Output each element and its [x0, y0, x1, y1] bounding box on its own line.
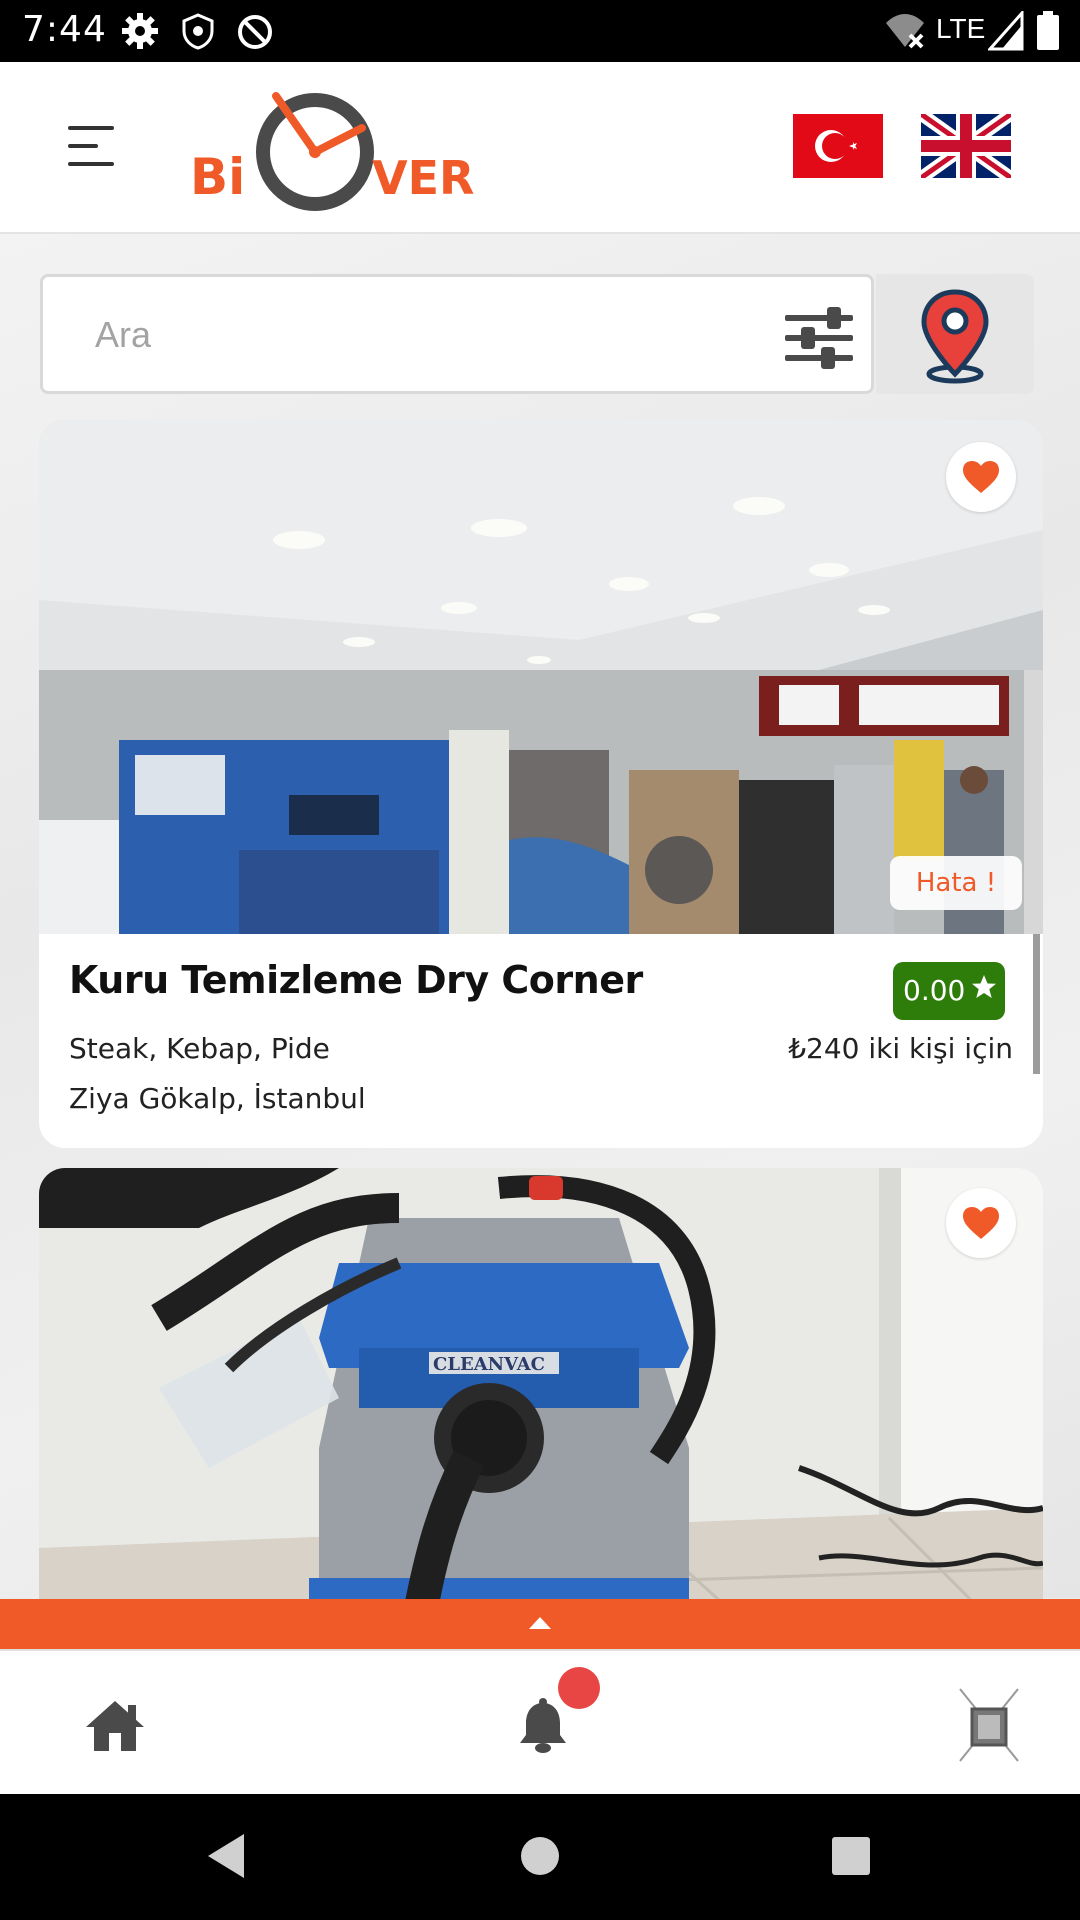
status-time: 7:44 [22, 9, 107, 50]
scrollbar[interactable] [1033, 934, 1040, 1074]
logo-text-left: Bi [190, 148, 245, 206]
vpn-shield-icon [182, 13, 214, 50]
menu-icon-line [68, 144, 98, 148]
favorite-button[interactable] [946, 1188, 1016, 1258]
listing-image: CLEANVAC [39, 1168, 1043, 1618]
listing-cuisine: Steak, Kebap, Pide [69, 1032, 330, 1065]
listing-location: Ziya Gökalp, İstanbul [69, 1082, 366, 1115]
rating-value: 0.00 [903, 974, 966, 1007]
error-badge: Hata ! [890, 856, 1022, 910]
home-icon[interactable] [84, 1697, 146, 1753]
app-logo: Bi VER [190, 92, 474, 211]
listing-card[interactable]: CLEANVAC [39, 1168, 1043, 1618]
menu-icon [68, 126, 114, 130]
collapse-bar[interactable] [0, 1599, 1080, 1649]
search-input[interactable] [93, 301, 737, 369]
turkey-flag-icon[interactable] [793, 114, 883, 178]
favorite-button[interactable] [946, 442, 1016, 512]
back-icon[interactable] [206, 1832, 246, 1880]
search-box [40, 274, 874, 394]
app-header: Bi VER [0, 62, 1080, 234]
home-circle-icon[interactable] [520, 1836, 560, 1876]
battery-icon [1037, 11, 1059, 50]
chevron-up-icon [529, 1617, 551, 1629]
network-type: LTE [936, 13, 986, 44]
map-pin-icon [921, 289, 989, 384]
listing-card[interactable]: Hata ! Kuru Temizleme Dry Corner 0.00 St… [39, 420, 1043, 1148]
status-bar: 7:44 LTE [0, 0, 1080, 62]
location-button[interactable] [876, 274, 1034, 394]
listing-title: Kuru Temizleme Dry Corner [69, 958, 643, 1002]
star-icon [972, 975, 996, 998]
rating-badge: 0.00 [893, 962, 1005, 1020]
listing-image [39, 420, 1043, 934]
wifi-off-icon [886, 14, 924, 49]
reservation-icon[interactable] [958, 1687, 1020, 1763]
bottom-nav [0, 1649, 1080, 1796]
heart-icon [963, 461, 999, 493]
notification-dot [558, 1667, 600, 1709]
bell-icon[interactable] [516, 1697, 570, 1755]
menu-icon-line [68, 162, 114, 166]
filter-sliders-icon[interactable] [777, 297, 857, 377]
logo-text-right: VER [372, 151, 474, 205]
recents-icon[interactable] [831, 1836, 871, 1876]
sync-icon [238, 15, 272, 49]
menu-button[interactable] [68, 126, 116, 166]
image-text: CLEANVAC [433, 1354, 545, 1375]
listing-price: ₺240 iki kişi için [788, 1032, 1013, 1065]
heart-icon [963, 1207, 999, 1239]
system-nav-bar [0, 1794, 1080, 1920]
uk-flag-icon[interactable] [921, 114, 1011, 178]
signal-icon [988, 11, 1024, 51]
settings-icon [122, 13, 158, 49]
